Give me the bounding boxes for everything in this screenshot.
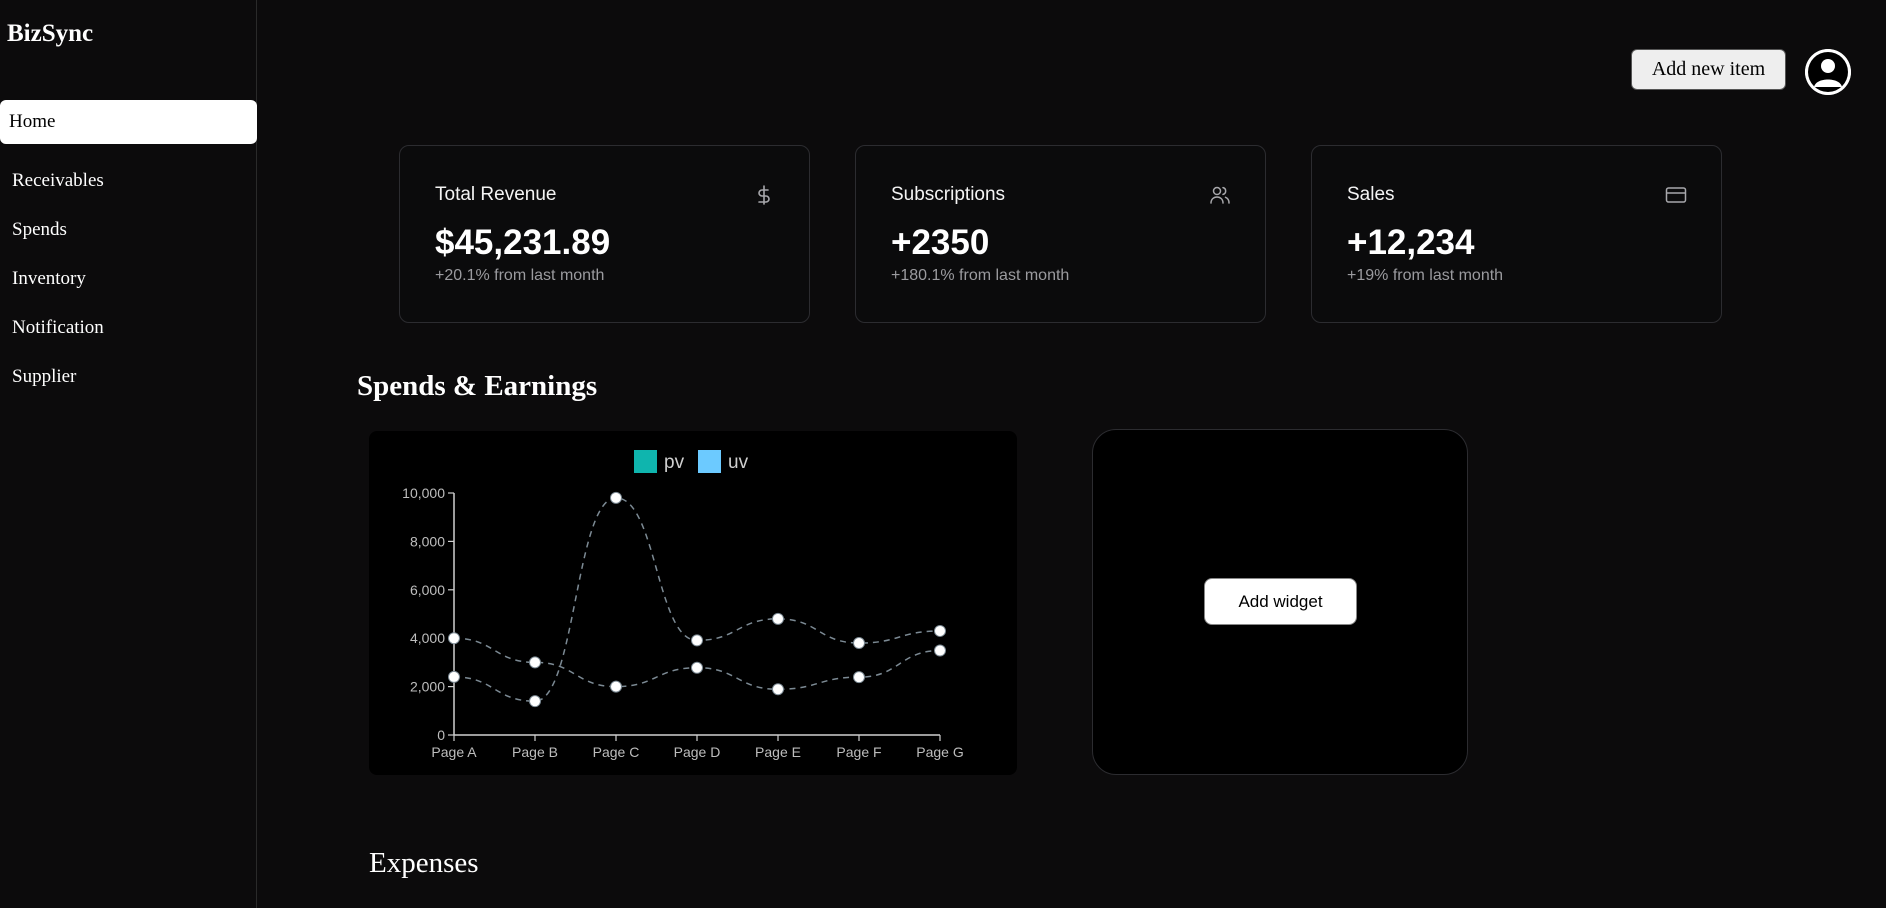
y-tick-label: 10,000 — [402, 485, 445, 501]
sidebar-item-notification[interactable]: Notification — [0, 306, 257, 350]
stat-value: +2350 — [891, 223, 990, 262]
data-point-pv — [529, 695, 541, 708]
stat-title: Total Revenue — [435, 184, 557, 205]
stat-change: +20.1% from last month — [435, 267, 605, 284]
legend-label-uv: uv — [728, 452, 749, 473]
sidebar-nav: Home Receivables Spends Inventory Notifi… — [0, 100, 257, 399]
widget-placeholder: Add widget — [1092, 429, 1468, 775]
stat-value: +12,234 — [1347, 223, 1475, 262]
stat-title: Sales — [1347, 184, 1395, 205]
data-point-pv — [934, 624, 946, 637]
line-chart-svg: pv uv 0 2,000 4,000 6,000 8,000 10,000 Page A Pag… — [402, 450, 964, 760]
sidebar-item-supplier[interactable]: Supplier — [0, 355, 257, 399]
data-point-uv — [934, 644, 946, 657]
section-title-spends-earnings: Spends & Earnings — [357, 370, 598, 402]
sidebar-item-inventory[interactable]: Inventory — [0, 257, 257, 301]
data-point-uv — [610, 680, 622, 693]
data-point-uv — [529, 656, 541, 669]
x-tick-label: Page A — [431, 744, 477, 760]
data-point-uv — [772, 683, 784, 696]
data-point-uv — [691, 661, 703, 674]
sidebar: BizSync Home Receivables Spends Inventor… — [0, 0, 257, 908]
dollar-icon — [753, 184, 775, 206]
stat-card-sales: Sales +12,234 +19% from last month — [1311, 145, 1722, 323]
stat-change: +19% from last month — [1347, 267, 1504, 284]
x-tick-label: Page E — [755, 744, 801, 760]
stat-card-total-revenue: Total Revenue $45,231.89 +20.1% from las… — [399, 145, 810, 323]
data-point-uv — [448, 632, 460, 645]
x-tick-label: Page B — [512, 744, 558, 760]
data-point-pv — [691, 634, 703, 647]
user-avatar-icon[interactable] — [1805, 49, 1851, 95]
y-tick-label: 2,000 — [410, 679, 445, 695]
sidebar-item-receivables[interactable]: Receivables — [0, 159, 257, 203]
stat-title: Subscriptions — [891, 184, 1006, 205]
stat-value: $45,231.89 — [435, 223, 611, 262]
users-icon — [1209, 184, 1231, 206]
legend-label-pv: pv — [664, 452, 685, 473]
y-tick-label: 0 — [437, 727, 445, 743]
sidebar-item-home[interactable]: Home — [0, 100, 257, 144]
x-tick-label: Page D — [674, 744, 721, 760]
data-point-pv — [853, 637, 865, 650]
credit-card-icon — [1665, 184, 1687, 206]
section-title-expenses: Expenses — [369, 847, 479, 879]
legend-swatch-uv — [698, 450, 721, 473]
y-tick-label: 8,000 — [410, 533, 445, 549]
brand-logo: BizSync — [7, 20, 94, 47]
x-tick-label: Page F — [836, 744, 881, 760]
sidebar-item-spends[interactable]: Spends — [0, 208, 257, 252]
x-tick-label: Page G — [916, 744, 963, 760]
y-tick-label: 4,000 — [410, 630, 445, 646]
add-widget-button[interactable]: Add widget — [1204, 578, 1357, 625]
data-point-pv — [610, 491, 622, 504]
y-tick-label: 6,000 — [410, 582, 445, 598]
spends-earnings-chart: pv uv 0 2,000 4,000 6,000 8,000 10,000 Page A Pag… — [369, 431, 1017, 775]
legend-swatch-pv — [634, 450, 657, 473]
data-point-pv — [448, 670, 460, 683]
add-new-item-button[interactable]: Add new item — [1631, 49, 1786, 90]
data-point-pv — [772, 612, 784, 625]
stat-change: +180.1% from last month — [891, 267, 1070, 284]
data-point-uv — [853, 671, 865, 684]
stat-card-subscriptions: Subscriptions +2350 +180.1% from last mo… — [855, 145, 1266, 323]
x-tick-label: Page C — [593, 744, 640, 760]
